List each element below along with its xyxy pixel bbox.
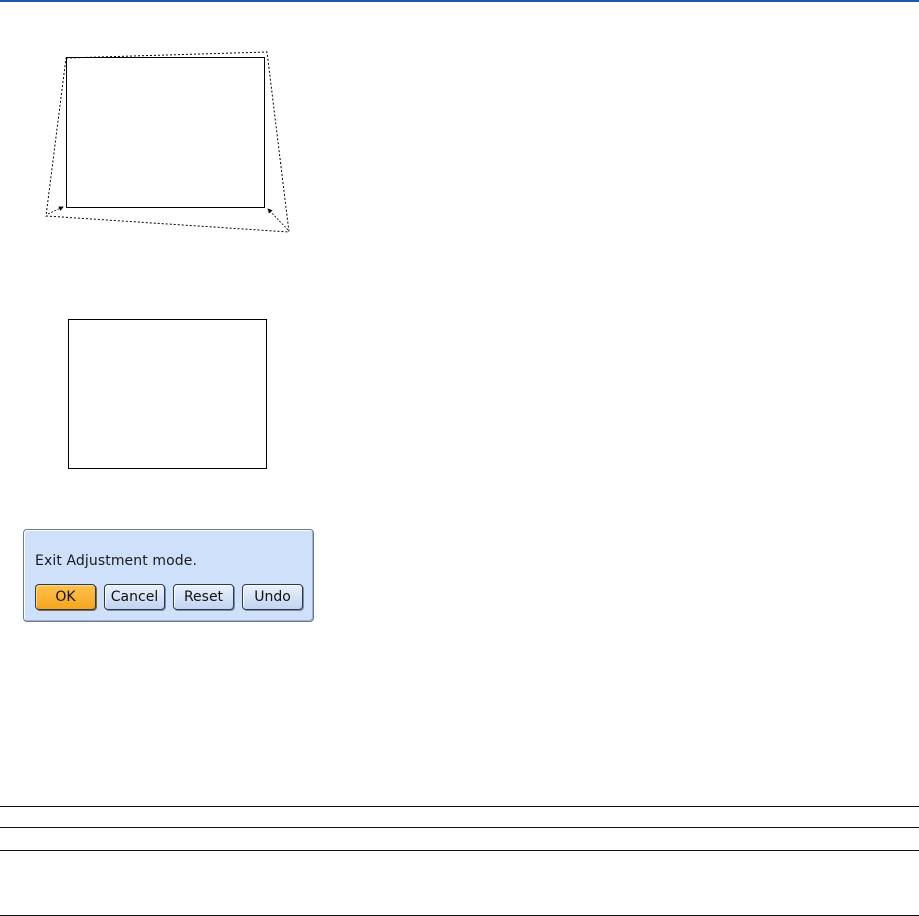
arrow-bottom-right (267, 208, 289, 231)
arrow-bottom-left (47, 206, 64, 215)
corrected-screen-rectangle (68, 319, 267, 469)
ok-button[interactable]: OK (35, 584, 96, 610)
target-rectangle (66, 57, 265, 208)
distorted-outline (45, 51, 290, 233)
dialog-message: Exit Adjustment mode. (35, 553, 198, 569)
keystone-diagram (40, 46, 296, 236)
header-rule (0, 0, 919, 2)
cancel-button[interactable]: Cancel (104, 584, 165, 610)
undo-button[interactable]: Undo (242, 584, 303, 610)
reset-button[interactable]: Reset (173, 584, 234, 610)
table-rule-row (0, 850, 919, 851)
table-rule-header (0, 827, 919, 828)
exit-adjustment-dialog: Exit Adjustment mode. OK Cancel Reset Un… (23, 529, 314, 622)
table-rule-top (0, 806, 919, 807)
